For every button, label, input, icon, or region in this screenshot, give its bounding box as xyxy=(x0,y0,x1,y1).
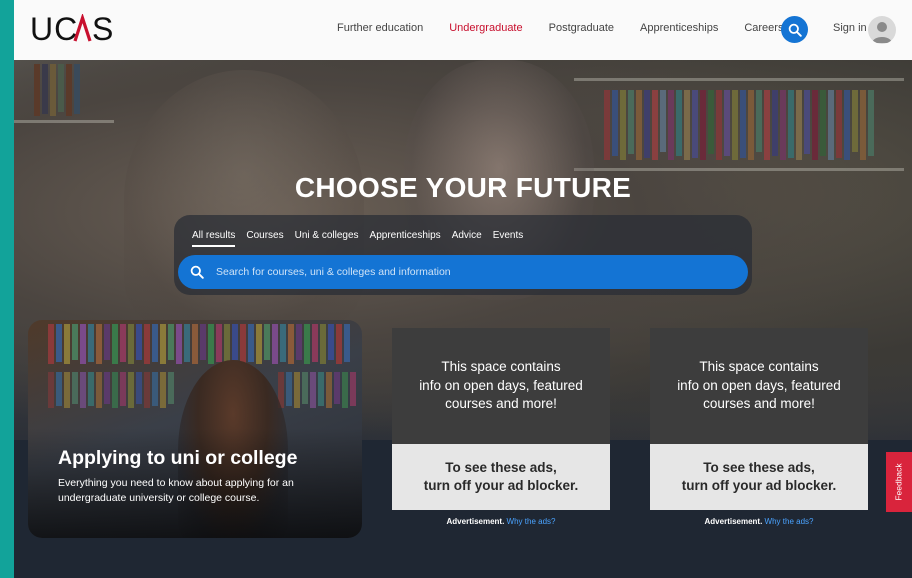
bookshelf-decoration xyxy=(574,78,904,81)
tab-courses[interactable]: Courses xyxy=(246,230,283,247)
why-ads-link[interactable]: Why the ads? xyxy=(507,517,556,526)
svg-text:UC: UC xyxy=(30,14,78,44)
nav-postgraduate[interactable]: Postgraduate xyxy=(549,22,614,34)
card-books-decoration xyxy=(48,324,350,364)
feedback-tab[interactable]: Feedback xyxy=(886,452,912,512)
bookshelf-decoration xyxy=(574,168,904,171)
search-placeholder: Search for courses, uni & colleges and i… xyxy=(216,266,451,278)
why-ads-link[interactable]: Why the ads? xyxy=(765,517,814,526)
ad-info-line: courses and more! xyxy=(445,396,557,412)
ad-blocker-line: turn off your ad blocker. xyxy=(423,478,579,493)
ad-info-panel: This space contains info on open days, f… xyxy=(392,328,610,444)
card-books-decoration xyxy=(48,372,174,408)
ad-slot-1: This space contains info on open days, f… xyxy=(392,328,610,510)
nav-undergraduate[interactable]: Undergraduate xyxy=(449,22,522,34)
ucas-logo-mark: UC S xyxy=(30,11,114,47)
ad-slot-2: This space contains info on open days, f… xyxy=(650,328,868,510)
search-input[interactable]: Search for courses, uni & colleges and i… xyxy=(178,255,748,289)
search-icon xyxy=(190,265,204,279)
card-title: Applying to uni or college xyxy=(58,447,298,469)
ad-note-1: Advertisement. Why the ads? xyxy=(392,517,610,526)
ad-blocker-panel: To see these ads, turn off your ad block… xyxy=(650,444,868,510)
ad-label: Advertisement. xyxy=(704,517,763,526)
ad-blocker-line: To see these ads, xyxy=(703,459,815,475)
ad-info-line: This space contains xyxy=(441,358,561,374)
site-header: UC S Further education Undergraduate Pos… xyxy=(14,0,912,60)
svg-text:S: S xyxy=(92,14,114,44)
tab-events[interactable]: Events xyxy=(493,230,524,247)
ad-blocker-line: To see these ads, xyxy=(445,459,557,475)
tab-advice[interactable]: Advice xyxy=(452,230,482,247)
ad-info-line: info on open days, featured xyxy=(677,377,841,393)
nav-apprenticeships[interactable]: Apprenticeships xyxy=(640,22,718,34)
ad-note-2: Advertisement. Why the ads? xyxy=(650,517,868,526)
nav-further-education[interactable]: Further education xyxy=(337,22,423,34)
applying-feature-card[interactable]: Applying to uni or college Everything yo… xyxy=(28,320,362,538)
tab-all-results[interactable]: All results xyxy=(192,230,236,247)
ad-info-panel: This space contains info on open days, f… xyxy=(650,328,868,444)
card-books-decoration xyxy=(278,372,356,408)
books-decoration xyxy=(604,90,874,160)
ad-blocker-panel: To see these ads, turn off your ad block… xyxy=(392,444,610,510)
search-icon xyxy=(788,23,802,37)
tab-uni-colleges[interactable]: Uni & colleges xyxy=(295,230,359,247)
ad-label: Advertisement. xyxy=(446,517,505,526)
search-panel: All results Courses Uni & colleges Appre… xyxy=(174,215,752,295)
tab-apprenticeships[interactable]: Apprenticeships xyxy=(370,230,441,247)
browser-viewport: UC S Further education Undergraduate Pos… xyxy=(14,0,912,578)
feedback-label: Feedback xyxy=(894,463,904,501)
main-nav: Further education Undergraduate Postgrad… xyxy=(337,22,809,34)
user-avatar-icon[interactable] xyxy=(868,16,896,44)
sign-in-link[interactable]: Sign in xyxy=(833,22,867,34)
search-tabs: All results Courses Uni & colleges Appre… xyxy=(192,230,534,247)
ad-info-line: courses and more! xyxy=(703,396,815,412)
card-description: Everything you need to know about applyi… xyxy=(58,477,294,504)
ad-info-line: info on open days, featured xyxy=(419,377,583,393)
ucas-logo[interactable]: UC S xyxy=(30,11,120,49)
header-search-button[interactable] xyxy=(781,16,808,43)
ad-info-line: This space contains xyxy=(699,358,819,374)
ad-blocker-line: turn off your ad blocker. xyxy=(681,478,837,493)
bookshelf-decoration xyxy=(14,120,114,123)
books-decoration xyxy=(34,64,80,116)
hero-title: CHOOSE YOUR FUTURE xyxy=(294,172,632,203)
nav-careers[interactable]: Careers xyxy=(744,22,783,34)
